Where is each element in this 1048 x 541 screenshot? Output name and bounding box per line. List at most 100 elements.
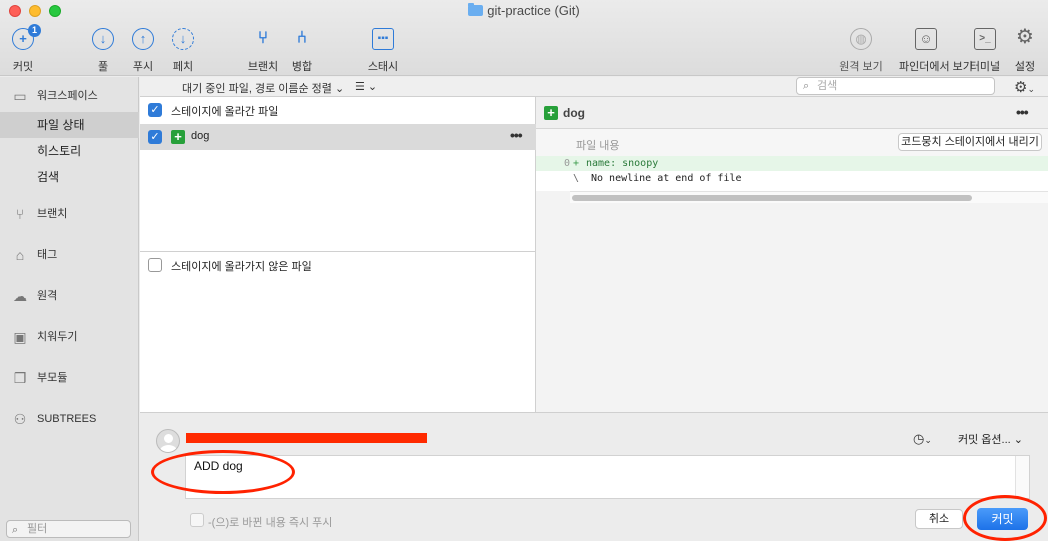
sidebar-item-label: 워크스페이스 xyxy=(37,90,98,102)
settings-toolbar-button[interactable]: ⚙ 설정 xyxy=(999,26,1048,74)
push-immediately-checkbox[interactable] xyxy=(190,513,204,527)
hunk-header: 파일 내용 코드뭉치 스테이지에서 내리기 xyxy=(536,129,1048,157)
scrollbar-thumb[interactable] xyxy=(572,195,972,201)
more-icon[interactable]: ••• xyxy=(1016,104,1029,120)
horizontal-scrollbar[interactable] xyxy=(570,191,1048,203)
sidebar-item-history[interactable]: 히스토리 xyxy=(0,138,139,164)
commit-icon: +1 xyxy=(12,24,41,50)
window-title: git-practice (Git) xyxy=(0,3,1048,18)
chevron-down-icon: ⌄ xyxy=(1027,84,1035,94)
hunk-title: 파일 내용 xyxy=(576,140,620,152)
search-input[interactable]: ⌕ 검색 xyxy=(796,77,995,95)
sidebar-item-subtrees[interactable]: ⚇ SUBTREES xyxy=(0,406,139,432)
fetch-toolbar-button[interactable]: ↓ 페치 xyxy=(157,28,209,74)
unstaged-header-label: 스테이지에 올라가지 않은 파일 xyxy=(171,261,312,273)
line-sign: + xyxy=(573,158,580,169)
branch-icon: ⑂ xyxy=(257,28,269,47)
stash-icon: ▪▪▪ xyxy=(372,28,394,50)
search-placeholder: 검색 xyxy=(817,80,838,92)
settings-toolbar-label: 설정 xyxy=(1014,61,1036,73)
unstaged-files-header: 스테이지에 올라가지 않은 파일 xyxy=(140,252,536,278)
line-text: No newline at end of file xyxy=(591,173,742,184)
gear-icon: ⚙ xyxy=(1016,26,1034,48)
staged-files-header: ✓ 스테이지에 올라간 파일 xyxy=(140,97,536,123)
staged-header-label: 스테이지에 올라간 파일 xyxy=(171,106,279,118)
line-sign: \ xyxy=(573,173,580,184)
sort-dropdown[interactable]: 대기 중인 파일, 경로 이름순 정렬 ⌄ xyxy=(182,80,344,96)
sidebar-item-workspace[interactable]: ▭ 워크스페이스 xyxy=(0,83,139,109)
sidebar-item-remotes[interactable]: ☁ 원격 xyxy=(0,283,139,309)
sidebar-item-tags[interactable]: ⌂ 태그 xyxy=(0,242,139,268)
file-stage-checkbox[interactable]: ✓ xyxy=(148,130,162,144)
stash-toolbar-label: 스태시 xyxy=(367,61,399,73)
fetch-toolbar-label: 페치 xyxy=(172,61,194,73)
toolbar: git-practice (Git) +1 커밋 ↓ 풀 ↑ 푸시 ↓ 페치 ⑂… xyxy=(0,0,1048,76)
stash-icon: ▣ xyxy=(13,329,27,345)
filter-placeholder: 필터 xyxy=(27,523,48,535)
sidebar-item-label: 부모듈 xyxy=(37,372,68,384)
finder-view-toolbar-button[interactable]: ☺ 파인더에서 보기 xyxy=(899,28,973,74)
sidebar-item-label: 치워두기 xyxy=(37,331,78,343)
diff-line: \ No newline at end of file xyxy=(536,171,1048,186)
view-mode-dropdown[interactable]: ☰ ⌄ xyxy=(355,80,377,93)
cancel-button[interactable]: 취소 xyxy=(915,509,963,529)
folder-icon xyxy=(468,3,484,16)
merge-icon: ⑃ xyxy=(296,28,308,47)
redacted-author-name xyxy=(186,433,427,443)
unstage-all-checkbox[interactable] xyxy=(148,258,162,272)
search-icon: ⌕ xyxy=(803,80,810,92)
commit-options-dropdown[interactable]: 커밋 옵션... ⌄ xyxy=(958,431,1023,447)
sidebar-item-stashes[interactable]: ▣ 치워두기 xyxy=(0,324,139,350)
staged-file-row[interactable]: ✓ + dog ••• xyxy=(140,124,536,150)
diff-header: + dog ••• xyxy=(536,97,1048,129)
sidebar: ▭ 워크스페이스 파일 상태 히스토리 검색 ⑂ 브랜치 ⌂ 태그 ☁ 원격 ▣… xyxy=(0,77,139,541)
line-number: 0 xyxy=(563,158,570,169)
file-list-panel: ✓ 스테이지에 올라간 파일 ✓ + dog ••• 스테이지에 올라가지 않은… xyxy=(140,97,536,412)
annotation-ring-commit xyxy=(963,495,1047,541)
annotation-ring-message xyxy=(151,450,295,494)
unstage-hunk-button[interactable]: 코드뭉치 스테이지에서 내리기 xyxy=(898,133,1042,151)
diff-file-name: dog xyxy=(563,106,585,120)
tag-icon: ⌂ xyxy=(15,247,25,263)
branch-icon: ⑂ xyxy=(15,206,25,222)
push-immediately-label: -(으)로 바뀐 내용 즉시 푸시 xyxy=(208,517,333,529)
sidebar-item-label: 태그 xyxy=(37,249,58,261)
gear-menu-button[interactable]: ⚙⌄ xyxy=(1014,78,1035,96)
finder-view-toolbar-label: 파인더에서 보기 xyxy=(899,61,973,73)
clock-icon[interactable]: ◷⌄ xyxy=(913,431,932,447)
stash-toolbar-button[interactable]: ▪▪▪ 스태시 xyxy=(357,28,409,74)
sidebar-item-file-status[interactable]: 파일 상태 xyxy=(0,112,139,138)
commit-toolbar-button[interactable]: +1 커밋 xyxy=(0,24,49,74)
sidebar-item-label: 브랜치 xyxy=(37,208,68,220)
more-icon[interactable]: ••• xyxy=(510,127,523,143)
line-text: name: snoopy xyxy=(586,158,659,169)
diff-line: 0 + name: snoopy xyxy=(536,156,1048,171)
pull-icon: ↓ xyxy=(92,28,114,50)
commit-count-badge: 1 xyxy=(28,24,41,37)
submodule-icon: ❒ xyxy=(13,370,27,386)
vertical-scrollbar[interactable] xyxy=(1015,456,1029,498)
chevron-down-icon: ⌄ xyxy=(924,435,932,445)
commit-message-field[interactable]: ADD dog xyxy=(185,455,1030,499)
sidebar-item-label: 원격 xyxy=(37,290,58,302)
finder-icon: ☺ xyxy=(915,28,937,50)
push-icon: ↑ xyxy=(132,28,154,50)
sidebar-item-search[interactable]: 검색 xyxy=(0,164,139,190)
file-sort-bar: 대기 중인 파일, 경로 이름순 정렬 ⌄ ☰ ⌄ xyxy=(140,77,536,97)
sidebar-item-submodules[interactable]: ❒ 부모듈 xyxy=(0,365,139,391)
merge-toolbar-button[interactable]: ⑃ 병합 xyxy=(276,28,328,74)
stage-all-checkbox[interactable]: ✓ xyxy=(148,103,162,117)
globe-icon: ◍ xyxy=(850,28,872,50)
commit-toolbar-label: 커밋 xyxy=(12,61,34,73)
monitor-icon: ▭ xyxy=(13,88,27,104)
terminal-icon: >_ xyxy=(974,28,996,50)
file-name: dog xyxy=(191,130,210,142)
sidebar-item-label: 검색 xyxy=(37,170,60,184)
sidebar-filter-input[interactable]: ⌕ 필터 xyxy=(6,520,131,538)
avatar xyxy=(156,429,180,453)
diff-panel: + dog ••• 파일 내용 코드뭉치 스테이지에서 내리기 0 + name… xyxy=(536,97,1048,412)
remote-view-toolbar-button[interactable]: ◍ 원격 보기 xyxy=(835,28,887,74)
sidebar-item-branches[interactable]: ⑂ 브랜치 xyxy=(0,201,139,227)
sidebar-item-label: SUBTREES xyxy=(37,413,97,425)
search-icon: ⌕ xyxy=(12,524,19,536)
